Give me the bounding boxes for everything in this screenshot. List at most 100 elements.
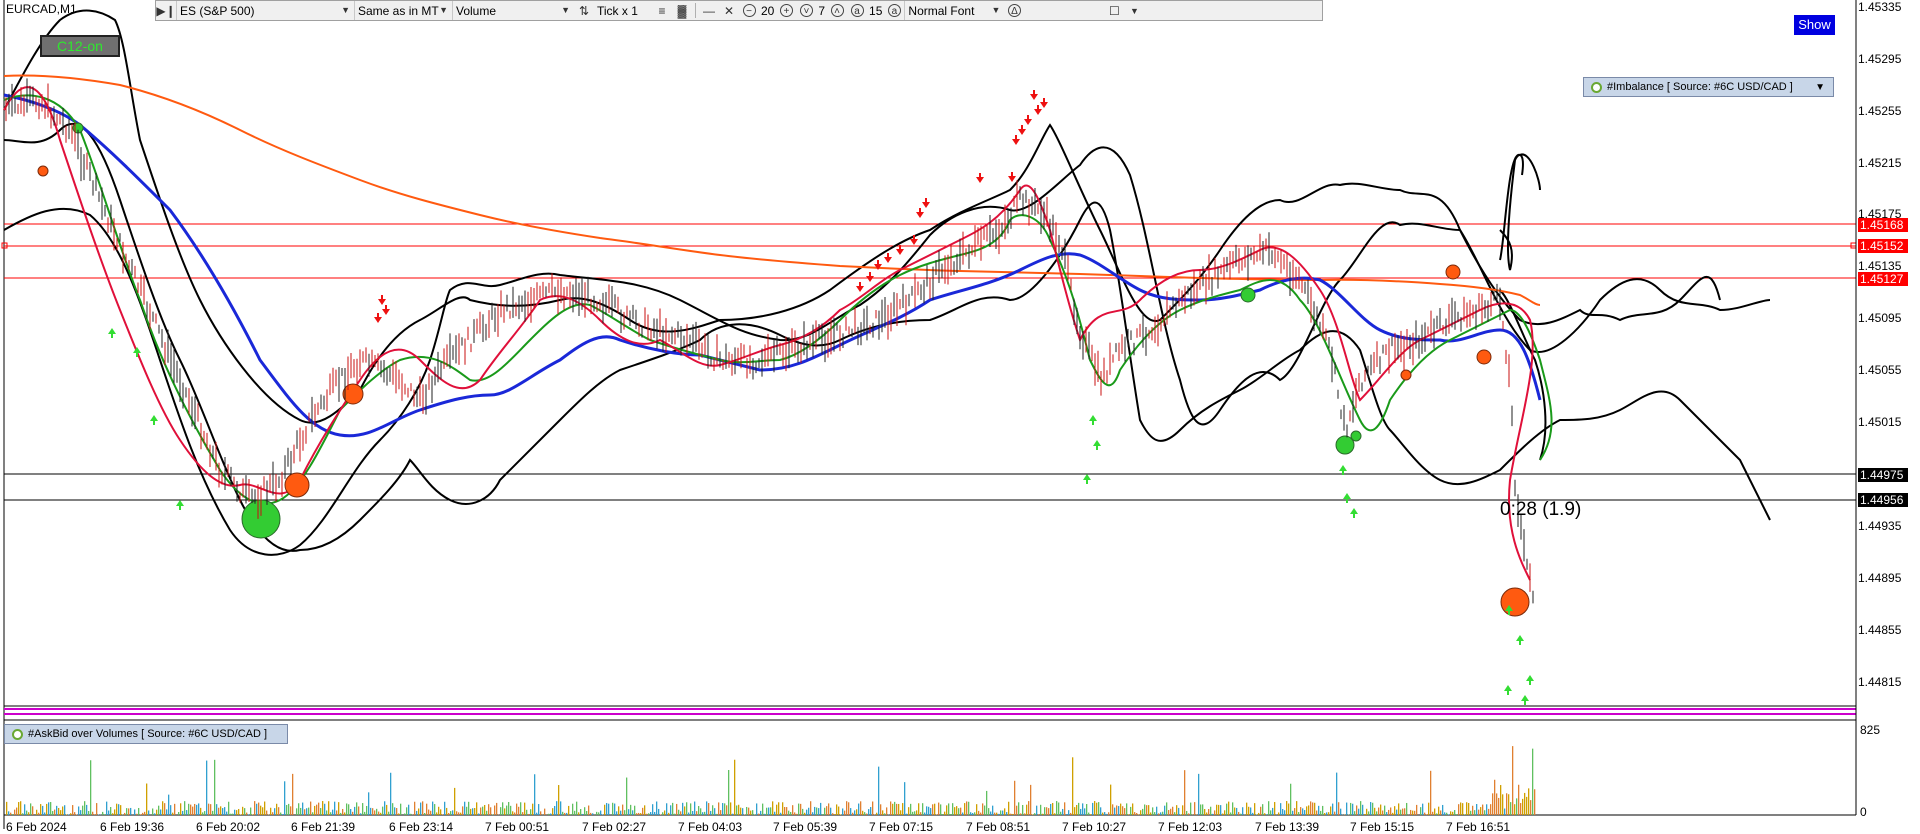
volume-bar xyxy=(1292,811,1293,815)
volume-bar xyxy=(1500,785,1501,815)
volume-bar xyxy=(1106,814,1107,815)
line-icon[interactable]: — xyxy=(699,1,719,20)
signal-dot-orange[interactable] xyxy=(343,384,363,404)
volume-bar xyxy=(338,802,339,815)
volume-bar xyxy=(340,813,341,815)
volume-bar xyxy=(566,813,567,815)
volume-bar xyxy=(192,807,193,815)
volume-bar xyxy=(218,808,219,815)
volume-bar xyxy=(780,813,781,815)
askbid-panel[interactable]: #AskBid over Volumes [ Source: #6C USD/C… xyxy=(4,724,288,744)
time-label: 6 Feb 23:14 xyxy=(389,820,453,834)
volume-bar xyxy=(224,807,225,815)
instrument-select[interactable]: ES (S&P 500)▼ xyxy=(176,1,354,20)
volume-bar xyxy=(596,812,597,815)
volume-bar xyxy=(696,811,697,815)
signal-dot-orange[interactable] xyxy=(1501,588,1529,616)
signal-dot-orange[interactable] xyxy=(38,166,48,176)
tick-mode-field[interactable]: Tick x 1 xyxy=(594,1,652,20)
volume-bar xyxy=(1388,810,1389,815)
volume-bar xyxy=(902,803,903,815)
volume-bar xyxy=(730,802,731,815)
price-tag-red[interactable]: 1.45168 xyxy=(1858,218,1908,232)
a-plus-icon[interactable]: a xyxy=(884,1,904,20)
chevron-down-icon: ▼ xyxy=(561,5,570,15)
price-tag-red[interactable]: 1.45152 xyxy=(1858,239,1908,253)
c12-toggle-button[interactable]: C12-on xyxy=(40,35,120,57)
volume-bar xyxy=(6,802,7,815)
volume-bar xyxy=(432,802,433,815)
volume-bar xyxy=(922,803,923,815)
volume-bar xyxy=(144,812,145,815)
volume-bar xyxy=(1522,799,1523,815)
volume-bar xyxy=(1088,813,1089,815)
volume-bar xyxy=(926,806,927,815)
volume-bar xyxy=(1234,807,1235,815)
volume-bar xyxy=(864,812,865,815)
volume-bar xyxy=(1278,812,1279,815)
volume-bar xyxy=(108,811,109,815)
close-icon[interactable]: ✕ xyxy=(719,1,739,20)
price-label: 1.45335 xyxy=(1858,0,1901,14)
signal-dot-orange[interactable] xyxy=(1477,350,1491,364)
price-tag-black[interactable]: 1.44956 xyxy=(1858,493,1908,507)
volume-bar xyxy=(518,807,519,815)
volume-bar xyxy=(794,812,795,815)
font-mode-select[interactable]: Normal Font▼ xyxy=(904,1,1004,20)
minus-icon[interactable]: − xyxy=(739,1,759,20)
volume-bar xyxy=(1204,809,1205,815)
down-icon[interactable]: ˅ xyxy=(796,1,816,20)
volume-bar xyxy=(1144,804,1145,815)
bar-chart-icon[interactable]: ▓ xyxy=(672,1,692,20)
volume-bar xyxy=(528,814,529,815)
time-mode-select[interactable]: Same as in MT▼ xyxy=(354,1,452,20)
volume-bar xyxy=(230,814,231,815)
plus-icon[interactable]: + xyxy=(776,1,796,20)
window-icon[interactable]: ☐ xyxy=(1104,1,1124,20)
height-adjust-icon[interactable]: ⇅ xyxy=(574,1,594,20)
signal-dot-orange[interactable] xyxy=(1401,370,1411,380)
signal-dot-orange[interactable] xyxy=(1446,265,1460,279)
chevron-down-icon[interactable]: ▼ xyxy=(1815,82,1825,93)
price-chart[interactable] xyxy=(0,0,1920,829)
show-button[interactable]: Show xyxy=(1794,15,1835,35)
volume-bar xyxy=(32,806,33,815)
chevron-down-icon[interactable]: ▼ xyxy=(1124,1,1144,20)
arrow-up-icon xyxy=(1093,440,1101,450)
price-tag-black[interactable]: 1.44975 xyxy=(1858,468,1908,482)
volume-bar xyxy=(464,802,465,815)
volume-bar xyxy=(722,803,723,815)
indicator-icon xyxy=(12,729,23,740)
volume-bar xyxy=(148,811,149,815)
a-minus-icon[interactable]: a xyxy=(847,1,867,20)
up-icon[interactable]: ˄ xyxy=(827,1,847,20)
volume-bar xyxy=(254,801,255,815)
value-b[interactable]: 7 xyxy=(816,1,827,20)
volume-bar xyxy=(816,807,817,815)
signal-arrows xyxy=(108,90,1534,705)
volume-bar xyxy=(590,813,591,815)
arrow-up-icon xyxy=(1343,493,1351,503)
signal-dot-green[interactable] xyxy=(1241,288,1255,302)
triangle-icon[interactable]: Δ xyxy=(1004,1,1024,20)
value-a[interactable]: 20 xyxy=(759,1,776,20)
volume-bar xyxy=(66,814,67,815)
volume-bar xyxy=(1184,770,1185,815)
volume-bar xyxy=(174,804,175,815)
price-tag-red[interactable]: 1.45127 xyxy=(1858,272,1908,286)
volume-bar xyxy=(430,811,431,815)
compress-icon[interactable]: ≡ xyxy=(652,1,672,20)
volume-bar xyxy=(434,804,435,815)
volume-bar xyxy=(486,811,487,815)
volume-bar xyxy=(162,801,163,815)
volume-bar xyxy=(346,803,347,815)
volume-bar xyxy=(8,811,9,815)
signal-dot-green[interactable] xyxy=(1351,431,1361,441)
data-type-select[interactable]: Volume▼ xyxy=(452,1,574,20)
imbalance-panel[interactable]: #Imbalance [ Source: #6C USD/CAD ] ▼ xyxy=(1583,77,1834,97)
play-icon[interactable]: ▶❙ xyxy=(156,1,176,20)
volume-bar xyxy=(118,804,119,815)
value-c[interactable]: 15 xyxy=(867,1,884,20)
volume-bar xyxy=(560,801,561,815)
signal-dot-orange[interactable] xyxy=(285,473,309,497)
